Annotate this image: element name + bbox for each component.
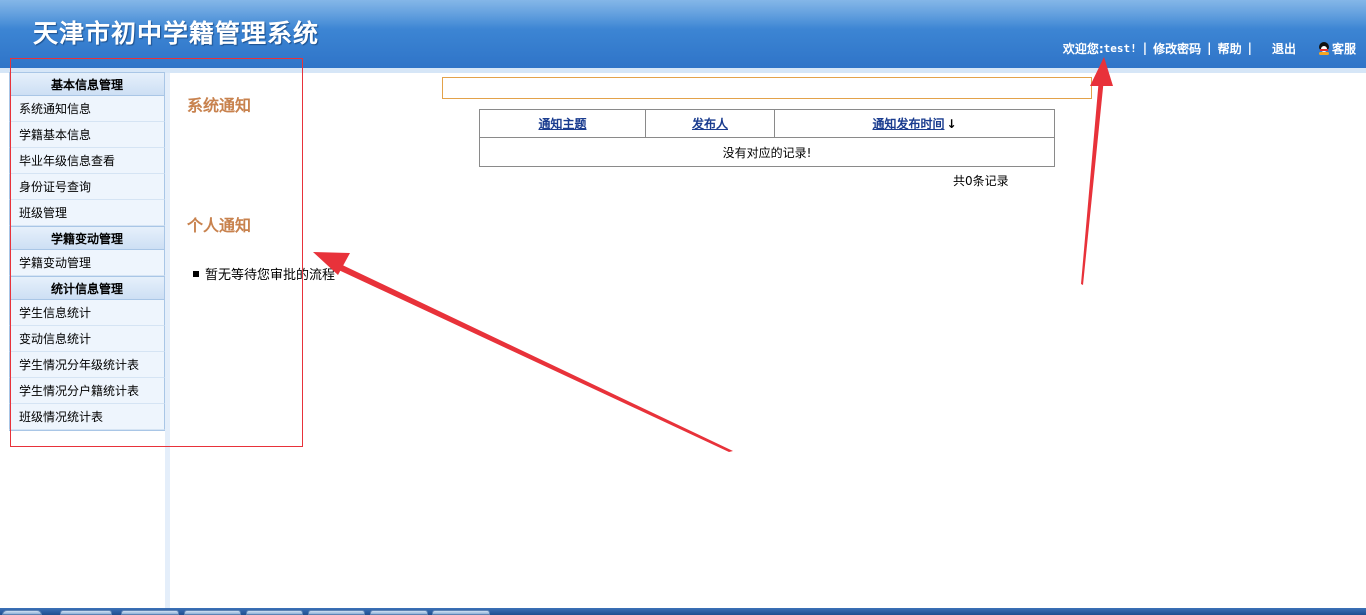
customer-service-link[interactable]: 客服 [1332,40,1356,57]
notice-table: 通知主题 发布人 通知发布时间 ↓ 没有对应的记录! [479,109,1055,167]
logout-link[interactable]: 退出 [1272,40,1296,57]
table-header-row: 通知主题 发布人 通知发布时间 ↓ [479,109,1055,138]
start-button[interactable] [2,610,42,615]
taskbar-button[interactable] [308,610,365,615]
welcome-label: 欢迎您: [1062,41,1104,56]
annotation-arrow-left [330,262,733,452]
toolbar-separator: | [1247,41,1252,55]
taskbar-button[interactable] [60,610,112,615]
app-title: 天津市初中学籍管理系统 [33,19,320,48]
welcome-username: test! [1103,41,1137,55]
taskbar-button[interactable] [432,610,490,615]
change-password-link[interactable]: 修改密码 [1153,40,1201,57]
taskbar-button[interactable] [246,610,303,615]
taskbar-button[interactable] [184,610,241,615]
page: 天津市初中学籍管理系统 欢迎您: test! | 修改密码 | 帮助 | 退出 … [0,0,1366,615]
record-count: 共0条记录 [953,174,1009,188]
qq-penguin-icon[interactable] [1318,41,1330,55]
column-header-publisher[interactable]: 发布人 [645,109,775,138]
notice-banner [442,77,1092,99]
annotation-highlight-box [10,58,303,447]
column-header-subject[interactable]: 通知主题 [479,109,646,138]
arrow-down-icon[interactable]: ↓ [946,117,956,131]
help-link[interactable]: 帮助 [1218,40,1242,57]
taskbar-button[interactable] [370,610,428,615]
toolbar-separator: | [1142,41,1148,55]
table-row: 没有对应的记录! [479,137,1055,167]
annotation-arrow-up [1081,78,1104,285]
toolbar-separator: | [1207,41,1212,55]
header-toolbar: 欢迎您: test! | 修改密码 | 帮助 | 退出 客服 [1063,39,1356,57]
taskbar-button[interactable] [121,610,179,615]
empty-message: 没有对应的记录! [479,137,1055,167]
column-header-publish-time[interactable]: 通知发布时间 ↓ [774,109,1055,138]
